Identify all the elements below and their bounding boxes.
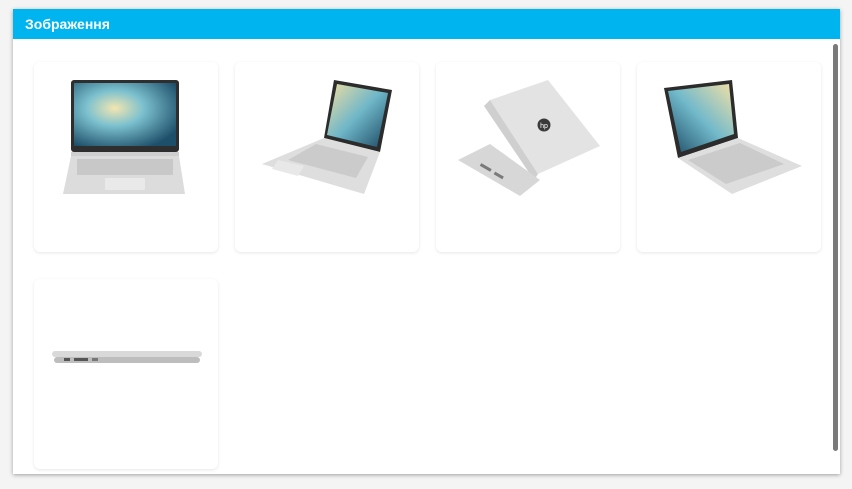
image-thumbnail-4[interactable] [637,62,821,252]
laptop-back-image: hp [458,80,600,196]
image-thumbnail-5[interactable] [34,279,218,469]
laptop-angled-image [262,80,392,194]
dialog-header: Зображення [13,9,840,39]
svg-text:hp: hp [540,123,548,130]
vertical-scrollbar[interactable] [833,44,838,451]
images-dialog: Зображення hp [13,9,840,474]
laptop-angled-right-image [664,80,802,194]
image-gallery: hp [13,39,840,474]
image-thumbnail-1[interactable] [34,62,218,252]
image-thumbnail-2[interactable] [235,62,419,252]
dialog-title: Зображення [25,16,110,32]
image-thumbnail-3[interactable]: hp [436,62,620,252]
laptop-side-image [52,351,202,363]
laptop-front-image [63,80,185,194]
